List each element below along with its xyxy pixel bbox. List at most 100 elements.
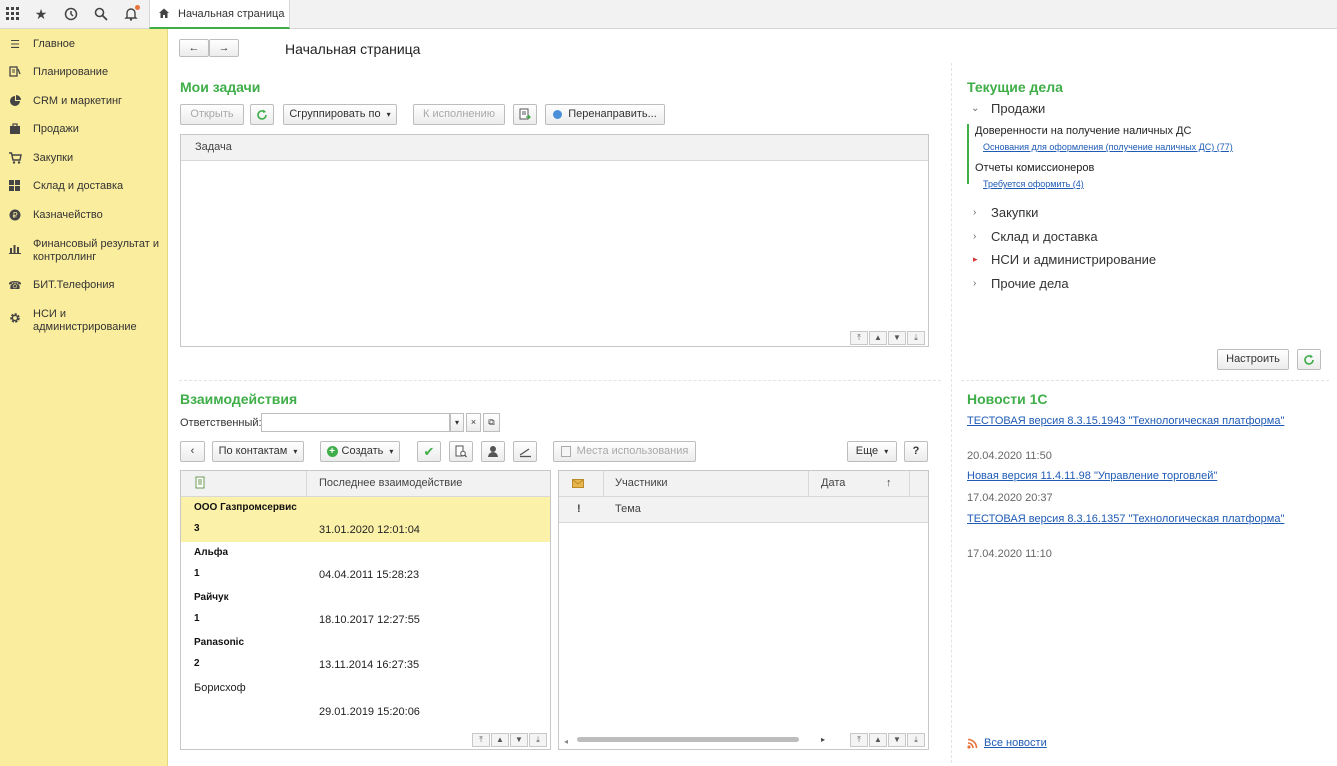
sidebar-item-sales[interactable]: Продажи xyxy=(0,123,168,139)
configure-button[interactable]: Настроить xyxy=(1217,349,1289,370)
sidebar-item-telephony[interactable]: ☎ БИТ.Телефония xyxy=(0,279,168,295)
column-task[interactable]: Задача xyxy=(195,141,232,153)
tasks-table[interactable]: Задача ⤒ ▲ ▼ ⤓ xyxy=(180,134,929,347)
column-separator xyxy=(951,63,952,763)
column-participants[interactable]: Участники xyxy=(615,477,668,489)
scroll-left-icon[interactable]: ◂ xyxy=(564,737,568,746)
scroll-last-button[interactable]: ⤓ xyxy=(907,331,925,345)
contact-date: 18.10.2017 12:27:55 xyxy=(319,614,420,626)
document-icon xyxy=(195,476,206,492)
column-importance[interactable]: ! xyxy=(577,503,581,515)
sidebar-item-treasury[interactable]: ₽ Казначейство xyxy=(0,209,168,225)
responsible-input[interactable] xyxy=(261,413,450,432)
sidebar-item-label: Склад и доставка xyxy=(33,180,124,192)
scroll-down-button[interactable]: ▼ xyxy=(888,331,906,345)
sidebar-item-planning[interactable]: Планирование xyxy=(0,66,168,82)
interactions-table-header: Участники Дата ↑ xyxy=(559,471,928,523)
sidebar-item-label: Финансовый результат и контроллинг xyxy=(33,238,159,263)
document-search-button[interactable] xyxy=(449,441,473,462)
bell-icon[interactable] xyxy=(120,4,142,24)
scroll-right-icon[interactable]: ▸ xyxy=(821,735,825,744)
sidebar-item-label: Планирование xyxy=(33,66,109,78)
contact-count: 1 xyxy=(194,568,200,579)
alert-arrow-icon: ▸ xyxy=(973,254,978,264)
to-execute-button[interactable]: К исполнению xyxy=(413,104,505,125)
sidebar-item-admin[interactable]: НСИ и администрирование xyxy=(0,308,168,336)
refresh-affairs-button[interactable] xyxy=(1297,349,1321,370)
open-button[interactable]: Открыть xyxy=(180,104,244,125)
search-icon[interactable] xyxy=(90,4,112,24)
news-link[interactable]: Новая версия 11.4.11.98 "Управление торг… xyxy=(967,470,1217,482)
column-date[interactable]: Дата xyxy=(821,477,845,489)
user-button[interactable] xyxy=(481,441,505,462)
scroll-first-button[interactable]: ⤒ xyxy=(850,733,868,747)
responsible-dropdown-button[interactable]: ▾ xyxy=(450,413,464,432)
tab-home[interactable]: Начальная страница xyxy=(149,0,290,29)
sidebar-item-crm[interactable]: CRM и маркетинг xyxy=(0,95,168,111)
sidebar-item-purchases[interactable]: Закупки xyxy=(0,152,168,168)
contact-count: 3 xyxy=(194,523,200,534)
commission-reports-link[interactable]: Требуется оформить (4) xyxy=(983,179,1084,189)
tree-item-label: Закупки xyxy=(991,205,1039,220)
back-button[interactable]: ← xyxy=(179,39,209,57)
group-by-button[interactable]: Сгруппировать по ▾ xyxy=(283,104,397,125)
contact-count: 2 xyxy=(194,658,200,669)
refresh-button[interactable] xyxy=(250,104,274,125)
by-contacts-button[interactable]: По контактам ▾ xyxy=(212,441,304,462)
scroll-up-button[interactable]: ▲ xyxy=(869,733,887,747)
open-form-icon: ⧉ xyxy=(488,417,495,427)
create-button[interactable]: + Создать ▾ xyxy=(320,441,400,462)
scroll-last-button[interactable]: ⤓ xyxy=(529,733,547,747)
export-button[interactable] xyxy=(513,104,537,125)
menu-icon: ☰ xyxy=(10,39,20,51)
planning-icon xyxy=(8,66,22,81)
forward-button[interactable]: → xyxy=(209,39,239,57)
edit-button[interactable] xyxy=(513,441,537,462)
contact-name: Борисхоф xyxy=(194,682,246,694)
column-last-interaction[interactable]: Последнее взаимодействие xyxy=(319,477,462,489)
scroll-down-button[interactable]: ▼ xyxy=(510,733,528,747)
interactions-title: Взаимодействия xyxy=(180,391,298,407)
chevron-left-icon: ‹ xyxy=(190,445,195,457)
interactions-table[interactable]: Участники Дата ↑ ! Тема ◂ ▸ ⤒ ▲ ▼ ⤓ xyxy=(558,470,929,750)
document-search-icon xyxy=(455,445,467,461)
scroll-last-button[interactable]: ⤓ xyxy=(907,733,925,747)
collapse-left-button[interactable]: ‹ xyxy=(180,441,205,462)
rss-icon xyxy=(967,738,978,752)
scroll-up-button[interactable]: ▲ xyxy=(869,331,887,345)
chevron-right-icon: › xyxy=(973,278,977,289)
apps-grid-icon[interactable] xyxy=(2,4,24,24)
contacts-table[interactable]: Последнее взаимодействие ООО Газпромсерв… xyxy=(180,470,551,750)
all-news-link[interactable]: Все новости xyxy=(984,737,1047,749)
mark-done-button[interactable]: ✔ xyxy=(417,441,441,462)
column-subject[interactable]: Тема xyxy=(615,503,641,515)
help-button[interactable]: ? xyxy=(904,441,928,462)
responsible-clear-button[interactable]: × xyxy=(466,413,481,432)
responsible-open-button[interactable]: ⧉ xyxy=(483,413,500,432)
scroll-first-button[interactable]: ⤒ xyxy=(850,331,868,345)
section-separator xyxy=(961,380,1329,381)
cash-powers-link[interactable]: Основания для оформления (получение нали… xyxy=(983,142,1233,152)
scroll-first-button[interactable]: ⤒ xyxy=(472,733,490,747)
star-icon[interactable]: ★ xyxy=(30,4,52,24)
sidebar-item-main[interactable]: ☰ Главное xyxy=(0,38,168,54)
usage-places-label: Места использования xyxy=(576,445,689,457)
cash-powers-title: Доверенности на получение наличных ДС xyxy=(975,125,1192,137)
more-button[interactable]: Еще ▾ xyxy=(847,441,897,462)
sidebar-item-finance[interactable]: Финансовый результат и контроллинг xyxy=(0,238,168,266)
column-divider xyxy=(306,471,307,497)
tree-item-label: Продажи xyxy=(991,101,1046,116)
news-link[interactable]: ТЕСТОВАЯ версия 8.3.16.1357 "Технологиче… xyxy=(967,513,1284,525)
chevron-right-icon: › xyxy=(973,231,977,242)
dropdown-arrow-icon: ▾ xyxy=(454,418,459,427)
horizontal-scrollbar[interactable] xyxy=(577,737,799,742)
news-link[interactable]: ТЕСТОВАЯ версия 8.3.15.1943 "Технологиче… xyxy=(967,415,1284,427)
sidebar-item-warehouse[interactable]: Склад и доставка xyxy=(0,180,168,196)
history-icon[interactable] xyxy=(60,4,82,24)
scroll-up-button[interactable]: ▲ xyxy=(491,733,509,747)
checkmark-icon: ✔ xyxy=(423,444,435,459)
redirect-button[interactable]: Перенаправить... xyxy=(545,104,665,125)
scroll-down-button[interactable]: ▼ xyxy=(888,733,906,747)
sidebar-item-label: БИТ.Телефония xyxy=(33,279,115,291)
usage-places-button[interactable]: Места использования xyxy=(553,441,696,462)
